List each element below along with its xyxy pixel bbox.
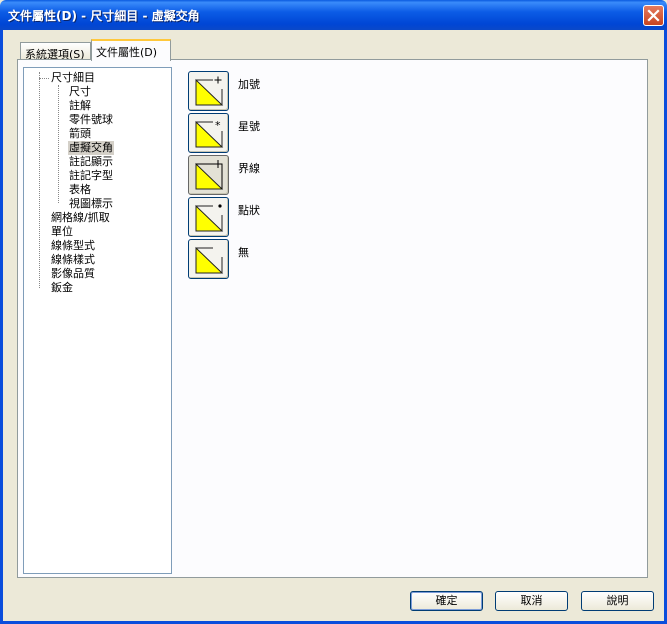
options-tree[interactable]: 尺寸細目 尺寸 註解 零件號球 箭頭 虛擬交角 註記顯示 註記字型 表格 視圖標… xyxy=(23,67,172,574)
none-option-label: 無 xyxy=(238,246,249,259)
tree-item-line-style[interactable]: 線條樣式 xyxy=(50,253,96,267)
star-option-label: 星號 xyxy=(238,120,260,133)
tree-connector xyxy=(39,78,49,79)
tree-connector-children xyxy=(58,85,59,203)
tree-item-dimensions[interactable]: 尺寸 xyxy=(68,85,92,99)
tree-item-grid-snap[interactable]: 網格線/抓取 xyxy=(50,211,111,225)
tree-item-units[interactable]: 單位 xyxy=(50,225,74,239)
ok-button[interactable]: 確定 xyxy=(410,591,483,611)
tab-system-options[interactable]: 系統選項(S) xyxy=(20,42,91,61)
plus-corner-icon xyxy=(195,76,224,106)
dot-option-button[interactable] xyxy=(188,197,229,237)
none-option-button[interactable] xyxy=(188,239,229,279)
window-title: 文件屬性(D) - 尺寸細目 - 虛擬交角 xyxy=(8,9,200,23)
tree-connector-root xyxy=(39,72,40,288)
close-button[interactable] xyxy=(643,5,664,26)
close-icon xyxy=(647,9,660,22)
help-button[interactable]: 說明 xyxy=(581,591,654,611)
witness-line-corner-icon xyxy=(195,160,224,190)
witness-line-option-label: 界線 xyxy=(238,162,260,175)
witness-line-option-button[interactable] xyxy=(188,155,229,195)
tree-item-line-font[interactable]: 線條型式 xyxy=(50,239,96,253)
tree-item-annotations-font[interactable]: 註記字型 xyxy=(68,169,114,183)
tree-item-notes[interactable]: 註解 xyxy=(68,99,92,113)
dot-option-label: 點狀 xyxy=(238,204,260,217)
title-bar: 文件屬性(D) - 尺寸細目 - 虛擬交角 xyxy=(0,0,667,30)
tree-item-balloons[interactable]: 零件號球 xyxy=(68,113,114,127)
tree-item-annotations-display[interactable]: 註記顯示 xyxy=(68,155,114,169)
tree-item-tables[interactable]: 表格 xyxy=(68,183,92,197)
tree-item-dimension-detailing[interactable]: 尺寸細目 xyxy=(50,71,96,85)
tree-item-view-labels[interactable]: 視圖標示 xyxy=(68,197,114,211)
tree-item-arrows[interactable]: 箭頭 xyxy=(68,127,92,141)
svg-text:*: * xyxy=(215,119,221,132)
tree-item-sheet-metal[interactable]: 鈑金 xyxy=(50,281,74,295)
star-option-button[interactable]: * xyxy=(188,113,229,153)
tree-item-virtual-sharps[interactable]: 虛擬交角 xyxy=(68,141,114,155)
no-marker-corner-icon xyxy=(195,246,224,274)
star-corner-icon: * xyxy=(195,119,224,148)
tab-document-properties[interactable]: 文件屬性(D) xyxy=(91,39,171,61)
tree-item-image-quality[interactable]: 影像品質 xyxy=(50,267,96,281)
plus-option-label: 加號 xyxy=(238,78,260,91)
plus-option-button[interactable] xyxy=(188,71,229,111)
cancel-button[interactable]: 取消 xyxy=(495,591,568,611)
dot-corner-icon xyxy=(195,204,224,232)
window-frame-left xyxy=(0,30,3,624)
